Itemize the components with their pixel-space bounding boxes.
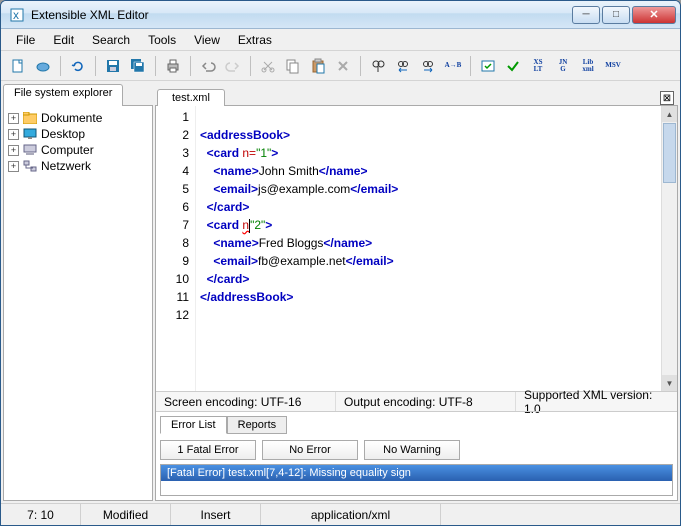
error-row[interactable]: [Fatal Error] test.xml[7,4-12]: Missing …	[161, 465, 672, 481]
desktop-icon	[23, 128, 37, 140]
menu-search[interactable]: Search	[83, 31, 139, 49]
menu-extras[interactable]: Extras	[229, 31, 281, 49]
fatal-error-filter-button[interactable]: 1 Fatal Error	[160, 440, 256, 460]
menubar: File Edit Search Tools View Extras	[1, 29, 680, 51]
editor-area: test.xml ⊠ 123456789101112 <addressBook>…	[155, 83, 678, 501]
svg-text:x: x	[13, 8, 19, 22]
tree-label: Desktop	[41, 127, 85, 141]
expand-icon[interactable]: +	[8, 145, 19, 156]
xslt-icon[interactable]: XS LT	[527, 55, 549, 77]
window-title: Extensible XML Editor	[31, 8, 572, 22]
encoding-info-strip: Screen encoding: UTF-16 Output encoding:…	[156, 391, 677, 411]
close-button[interactable]: ✕	[632, 6, 676, 24]
redo-icon[interactable]	[222, 55, 244, 77]
editor-tab-strip: test.xml ⊠	[155, 83, 678, 105]
find-icon[interactable]	[367, 55, 389, 77]
code-content[interactable]: <addressBook> <card n="1"> <name>John Sm…	[196, 106, 661, 391]
app-window: x Extensible XML Editor ─ □ ✕ File Edit …	[0, 0, 681, 526]
expand-icon[interactable]: +	[8, 129, 19, 140]
save-all-icon[interactable]	[127, 55, 149, 77]
tab-error-list[interactable]: Error List	[160, 416, 227, 434]
separator	[60, 56, 61, 76]
separator	[360, 56, 361, 76]
modified-status: Modified	[81, 504, 171, 525]
folder-icon	[23, 112, 37, 124]
separator	[95, 56, 96, 76]
menu-view[interactable]: View	[185, 31, 229, 49]
statusbar: 7: 10 Modified Insert application/xml	[1, 503, 680, 525]
find-next-icon[interactable]	[417, 55, 439, 77]
save-icon[interactable]	[102, 55, 124, 77]
bottom-panel: Error List Reports 1 Fatal Error No Erro…	[156, 411, 677, 500]
find-prev-icon[interactable]	[392, 55, 414, 77]
tree-item-network[interactable]: + Netzwerk	[6, 158, 150, 174]
main-area: File system explorer + Dokumente + Deskt…	[1, 81, 680, 503]
menu-file[interactable]: File	[7, 31, 44, 49]
close-all-tabs-icon[interactable]: ⊠	[660, 91, 674, 105]
separator	[155, 56, 156, 76]
expand-icon[interactable]: +	[8, 113, 19, 124]
tree-label: Netzwerk	[41, 159, 91, 173]
refresh-icon[interactable]	[67, 55, 89, 77]
scroll-track[interactable]	[662, 184, 677, 375]
titlebar[interactable]: x Extensible XML Editor ─ □ ✕	[1, 1, 680, 29]
paste-icon[interactable]	[307, 55, 329, 77]
maximize-button[interactable]: □	[602, 6, 630, 24]
validate-icon[interactable]	[477, 55, 499, 77]
separator	[250, 56, 251, 76]
new-file-icon[interactable]	[7, 55, 29, 77]
sidebar-tab[interactable]: File system explorer	[3, 84, 123, 106]
cursor-position: 7: 10	[1, 504, 81, 525]
menu-edit[interactable]: Edit	[44, 31, 83, 49]
vertical-scrollbar[interactable]: ▲ ▼	[661, 106, 677, 391]
tab-reports[interactable]: Reports	[227, 416, 288, 434]
mime-type: application/xml	[261, 504, 441, 525]
open-cloud-icon[interactable]	[32, 55, 54, 77]
tree-label: Dokumente	[41, 111, 102, 125]
copy-icon[interactable]	[282, 55, 304, 77]
error-filter-button[interactable]: No Error	[262, 440, 358, 460]
undo-icon[interactable]	[197, 55, 219, 77]
line-gutter: 123456789101112	[156, 106, 196, 391]
scroll-up-icon[interactable]: ▲	[662, 106, 677, 122]
tree-item-desktop[interactable]: + Desktop	[6, 126, 150, 142]
screen-encoding-label: Screen encoding: UTF-16	[156, 392, 336, 411]
replace-icon[interactable]: A→B	[442, 55, 464, 77]
delete-icon[interactable]	[332, 55, 354, 77]
code-editor[interactable]: 123456789101112 <addressBook> <card n="1…	[156, 106, 677, 391]
computer-icon	[23, 144, 37, 156]
xml-version-label: Supported XML version: 1.0	[516, 392, 677, 411]
file-tree[interactable]: + Dokumente + Desktop + Computer +	[3, 105, 153, 501]
insert-mode: Insert	[171, 504, 261, 525]
scroll-down-icon[interactable]: ▼	[662, 375, 677, 391]
minimize-button[interactable]: ─	[572, 6, 600, 24]
status-spacer	[441, 504, 680, 525]
separator	[190, 56, 191, 76]
libxml-icon[interactable]: Lib xml	[577, 55, 599, 77]
tree-item-documents[interactable]: + Dokumente	[6, 110, 150, 126]
expand-icon[interactable]: +	[8, 161, 19, 172]
tree-label: Computer	[41, 143, 94, 157]
separator	[470, 56, 471, 76]
app-icon: x	[9, 7, 25, 23]
menu-tools[interactable]: Tools	[139, 31, 185, 49]
warning-filter-button[interactable]: No Warning	[364, 440, 460, 460]
editor-tab[interactable]: test.xml	[157, 89, 225, 106]
scroll-thumb[interactable]	[663, 123, 676, 183]
output-encoding-label: Output encoding: UTF-8	[336, 392, 516, 411]
network-icon	[23, 160, 37, 172]
sidebar: File system explorer + Dokumente + Deskt…	[3, 83, 153, 501]
error-list[interactable]: [Fatal Error] test.xml[7,4-12]: Missing …	[160, 464, 673, 496]
tree-item-computer[interactable]: + Computer	[6, 142, 150, 158]
msv-icon[interactable]: MSV	[602, 55, 624, 77]
check-icon[interactable]	[502, 55, 524, 77]
print-icon[interactable]	[162, 55, 184, 77]
editor-body: 123456789101112 <addressBook> <card n="1…	[155, 105, 678, 501]
toolbar: A→B XS LT JN G Lib xml MSV	[1, 51, 680, 81]
cut-icon[interactable]	[257, 55, 279, 77]
jng-icon[interactable]: JN G	[552, 55, 574, 77]
